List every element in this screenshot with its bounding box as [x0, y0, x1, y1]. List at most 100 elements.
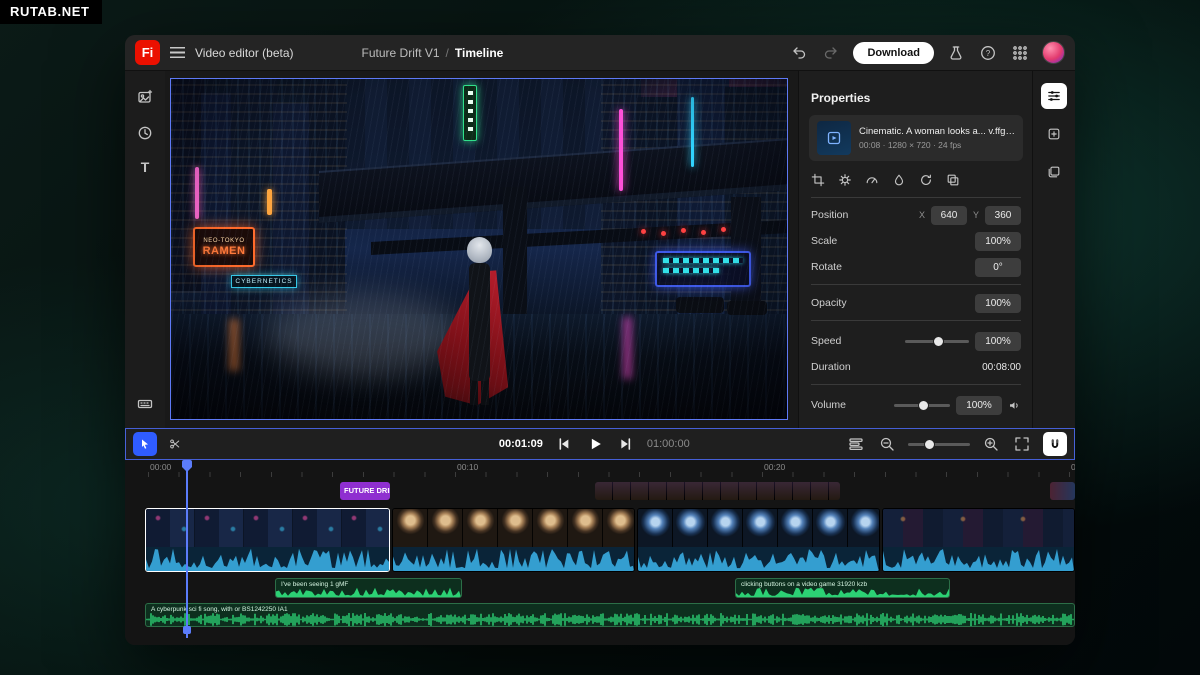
- zoom-in-button[interactable]: [981, 434, 1001, 454]
- volume-input[interactable]: [956, 396, 1002, 415]
- add-media-icon: [137, 89, 153, 105]
- properties-panel-button[interactable]: [1041, 83, 1067, 109]
- broll-filmstrip-clip[interactable]: [595, 482, 840, 500]
- redo-button[interactable]: [821, 43, 841, 63]
- zoom-out-icon: [879, 436, 895, 452]
- clock-icon: [137, 125, 153, 141]
- duration-row: Duration 00:08:00: [811, 357, 1021, 377]
- audio-waveform: [276, 587, 461, 597]
- clip-meta: 00:08 · 1280 × 720 · 24 fps: [859, 140, 1015, 150]
- layers-panel-button[interactable]: [1041, 159, 1067, 185]
- clip-thumbnail: [817, 121, 851, 155]
- duplicate-button[interactable]: [944, 171, 962, 189]
- history-button[interactable]: [135, 123, 155, 143]
- opacity-input[interactable]: [975, 294, 1021, 313]
- zoom-slider-knob[interactable]: [924, 439, 935, 450]
- track-options-button[interactable]: [846, 434, 866, 454]
- audio-waveform: [146, 613, 1074, 626]
- hamburger-menu-icon[interactable]: [170, 47, 185, 58]
- overlay-clip-partial[interactable]: [1050, 482, 1075, 500]
- video-clip-3[interactable]: [637, 508, 880, 572]
- crop-button[interactable]: [809, 171, 827, 189]
- split-tool-button[interactable]: [163, 432, 187, 456]
- snapping-toggle-button[interactable]: [1043, 432, 1067, 456]
- reset-button[interactable]: [917, 171, 935, 189]
- step-back-icon: [556, 436, 572, 452]
- timeline-view-controls: [846, 432, 1067, 456]
- help-button[interactable]: ?: [978, 43, 998, 63]
- crop-icon: [811, 173, 825, 187]
- color-button[interactable]: [890, 171, 908, 189]
- scale-input[interactable]: [975, 232, 1021, 251]
- download-button[interactable]: Download: [853, 42, 934, 64]
- video-clip-2[interactable]: [392, 508, 635, 572]
- layers-icon: [946, 173, 960, 187]
- settings-button[interactable]: [836, 171, 854, 189]
- zoom-out-button[interactable]: [877, 434, 897, 454]
- zoom-in-icon: [983, 436, 999, 452]
- breadcrumb-view[interactable]: Timeline: [455, 46, 503, 60]
- sfx-clip-2[interactable]: clicking buttons on a video game 31920 k…: [735, 578, 950, 598]
- add-media-button[interactable]: [135, 87, 155, 107]
- selected-clip-card[interactable]: Cinematic. A woman looks a... v.ffgenvid…: [809, 115, 1023, 161]
- properties-panel: Properties Cinematic. A woman looks a...…: [798, 71, 1032, 428]
- apps-button[interactable]: [1010, 43, 1030, 63]
- music-clip[interactable]: A cyberpunk sci fi song, with or BS12422…: [145, 603, 1075, 627]
- speaker-icon[interactable]: [1008, 399, 1021, 412]
- rotate-input[interactable]: [975, 258, 1021, 277]
- app-header: Fi Video editor (beta) Future Drift V1 /…: [125, 35, 1075, 71]
- video-clip-1-selected[interactable]: [145, 508, 390, 572]
- vignette-overlay: [171, 79, 787, 419]
- fit-timeline-button[interactable]: [1012, 434, 1032, 454]
- volume-slider[interactable]: [894, 404, 950, 407]
- playhead[interactable]: [186, 460, 188, 638]
- media-panel-button[interactable]: [1041, 121, 1067, 147]
- clip-name: Cinematic. A woman looks a... v.ffgenvid: [859, 126, 1015, 137]
- timeline-area: 00:00 00:10 00:20 00:30 FUTURE DRIF: [125, 460, 1075, 645]
- position-x-input[interactable]: [931, 206, 967, 225]
- video-clip-4[interactable]: [882, 508, 1075, 572]
- next-frame-button[interactable]: [616, 434, 636, 454]
- right-panel-strip: [1032, 71, 1075, 428]
- current-timecode: 00:01:09: [499, 438, 543, 450]
- firefly-logo[interactable]: Fi: [135, 40, 160, 65]
- timeline-ruler[interactable]: 00:00 00:10 00:20 00:30: [125, 460, 1075, 477]
- ruler-label: 00:10: [457, 462, 478, 472]
- play-button[interactable]: [585, 434, 605, 454]
- cursor-icon: [139, 436, 151, 452]
- text-tool-button[interactable]: T: [141, 159, 150, 175]
- speed-slider-knob[interactable]: [933, 336, 944, 347]
- clip-tools-row: [809, 171, 962, 189]
- scissors-icon: [169, 436, 181, 452]
- volume-slider-knob[interactable]: [918, 400, 929, 411]
- video-preview-canvas[interactable]: NEO-TOKYO RAMEN CYBERNETICS: [170, 78, 788, 420]
- audio-waveform: [883, 547, 1074, 571]
- select-tool-button[interactable]: [133, 432, 157, 456]
- sliders-icon: [1047, 88, 1061, 104]
- breadcrumb: Future Drift V1 / Timeline: [362, 46, 504, 60]
- help-icon: ?: [980, 45, 996, 61]
- speed-input[interactable]: [975, 332, 1021, 351]
- breadcrumb-project[interactable]: Future Drift V1: [362, 46, 440, 60]
- playhead-foot[interactable]: [183, 626, 191, 634]
- preview-area: NEO-TOKYO RAMEN CYBERNETICS: [165, 71, 798, 428]
- watermark-badge: RUTAB.NET: [0, 0, 102, 24]
- speed-slider[interactable]: [905, 340, 969, 343]
- user-avatar[interactable]: [1042, 41, 1065, 64]
- magnet-icon: [1049, 436, 1061, 452]
- sfx-clip-1[interactable]: I've been seeing 1 gMF: [275, 578, 462, 598]
- experiments-button[interactable]: [946, 43, 966, 63]
- left-toolbar: T: [125, 71, 165, 428]
- volume-row: Volume: [811, 395, 1021, 415]
- keyboard-icon: [137, 396, 153, 412]
- previous-frame-button[interactable]: [554, 434, 574, 454]
- text-clip[interactable]: FUTURE DRIF: [340, 482, 390, 500]
- audio-waveform: [736, 587, 949, 597]
- position-y-input[interactable]: [985, 206, 1021, 225]
- timeline-zoom-slider[interactable]: [908, 443, 970, 446]
- keyboard-shortcuts-button[interactable]: [135, 394, 155, 414]
- tracks-icon: [848, 436, 864, 452]
- undo-button[interactable]: [789, 43, 809, 63]
- speed-button[interactable]: [863, 171, 881, 189]
- undo-icon: [791, 45, 807, 61]
